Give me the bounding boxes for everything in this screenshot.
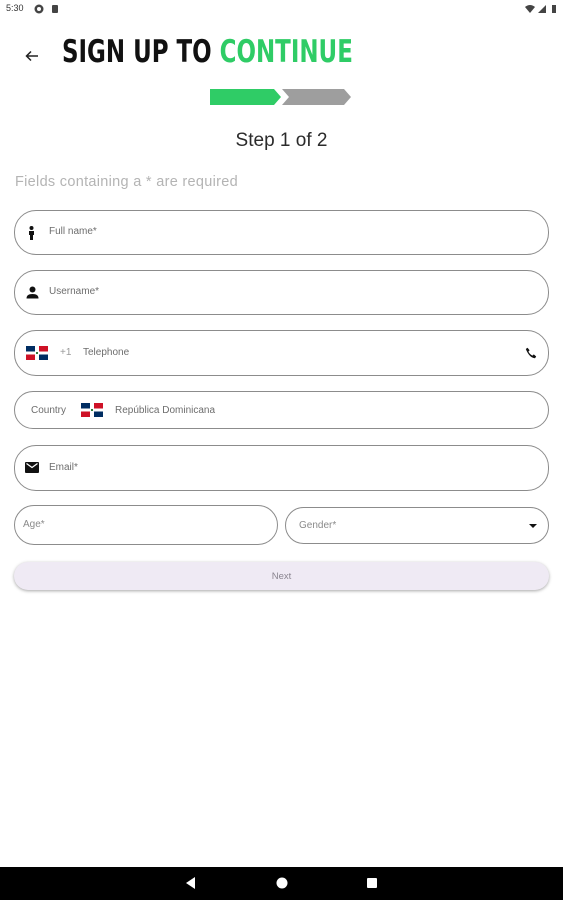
age-placeholder: Age*: [23, 519, 45, 530]
back-button[interactable]: [20, 44, 44, 68]
full-name-placeholder: Full name*: [49, 226, 97, 237]
sim-card-icon: [52, 5, 58, 13]
required-fields-note: Fields containing a * are required: [15, 174, 238, 190]
progress-step-1: [210, 89, 281, 105]
next-button[interactable]: Next: [14, 562, 549, 590]
phone-icon: [525, 347, 537, 359]
system-navigation-bar: [0, 867, 563, 900]
country-label: Country: [31, 405, 67, 416]
full-name-field[interactable]: Full name*: [14, 210, 549, 255]
country-value: República Dominicana: [115, 405, 216, 416]
age-field[interactable]: Age*: [14, 505, 278, 545]
dominican-flag-icon: [81, 403, 103, 417]
gender-dropdown[interactable]: Gender*: [285, 507, 549, 544]
email-field[interactable]: Email*: [14, 445, 549, 491]
nav-home-icon[interactable]: [274, 875, 290, 891]
telephone-placeholder: Telephone: [83, 347, 130, 358]
country-selector[interactable]: Country República Dominicana: [14, 391, 549, 429]
progress-step-2: [282, 89, 351, 105]
step-text: Step 1 of 2: [235, 130, 328, 151]
person-icon: [26, 286, 39, 299]
nav-recents-icon[interactable]: [364, 875, 380, 891]
phone-country-code: +1: [60, 347, 72, 358]
next-button-label: Next: [271, 570, 292, 582]
person-standing-icon: [29, 226, 34, 240]
signal-icon: [538, 5, 546, 13]
step-progress-indicator: [210, 89, 351, 105]
email-placeholder: Email*: [49, 462, 78, 473]
dropdown-arrow-icon: [529, 524, 537, 528]
wifi-icon: [525, 5, 535, 13]
battery-icon: [552, 5, 556, 13]
title-part2: CONTINUE: [219, 34, 353, 70]
page-title: SIGN UP TO CONTINUE: [62, 34, 353, 74]
status-time: 5:30: [6, 3, 24, 13]
username-field[interactable]: Username*: [14, 270, 549, 315]
arrow-back-icon: [25, 50, 38, 62]
mail-icon: [25, 462, 39, 473]
app-notification-icon: [34, 4, 44, 14]
title-part1: SIGN UP TO: [62, 34, 220, 70]
gender-placeholder: Gender*: [299, 520, 337, 531]
status-bar: 5:30: [0, 0, 563, 20]
nav-back-icon[interactable]: [183, 875, 199, 891]
dominican-flag-icon[interactable]: [26, 346, 48, 360]
username-placeholder: Username*: [49, 286, 100, 297]
telephone-field[interactable]: +1 Telephone: [14, 330, 549, 376]
